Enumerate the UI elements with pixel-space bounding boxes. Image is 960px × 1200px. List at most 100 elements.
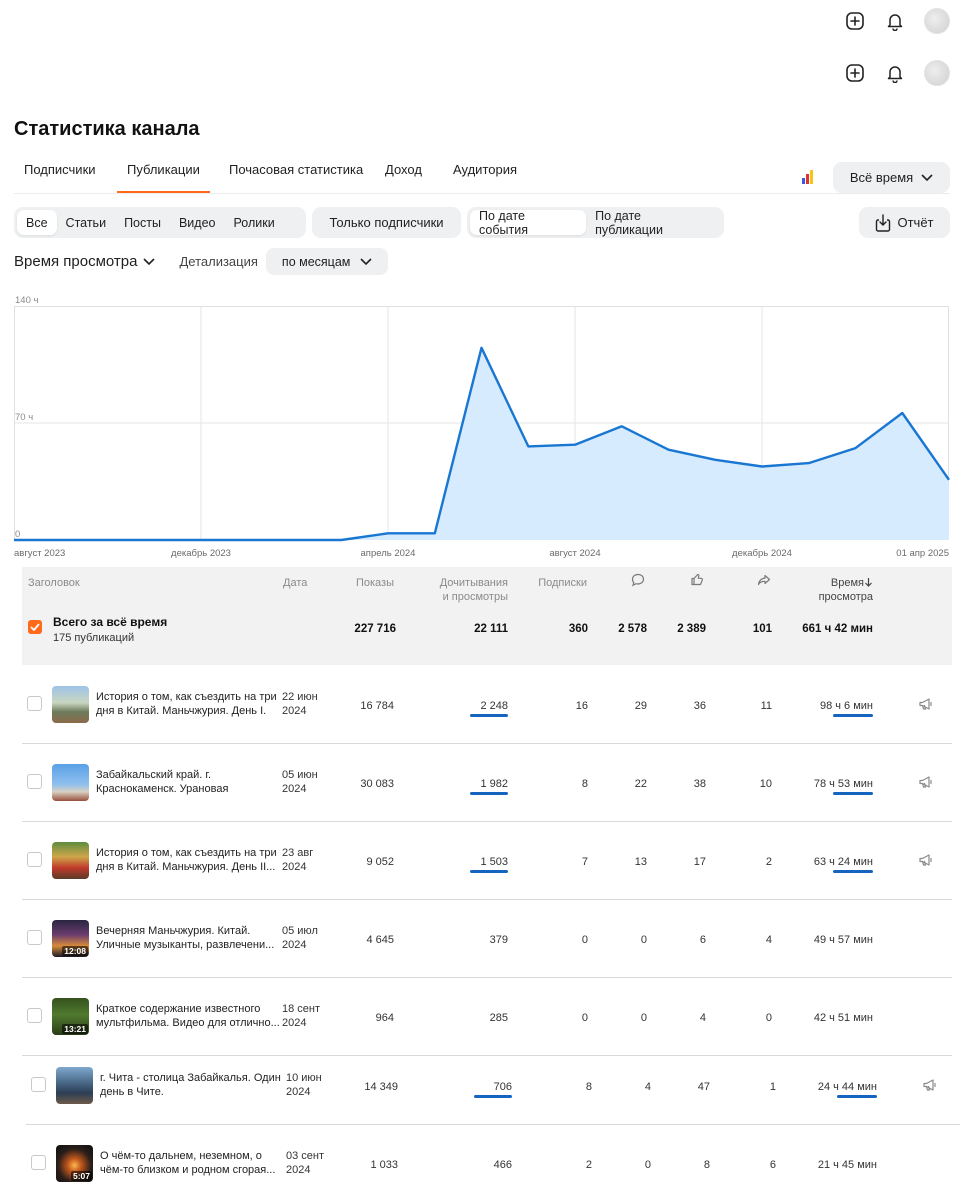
publication-thumbnail[interactable] bbox=[52, 764, 89, 801]
type-filter: Все Статьи Посты Видео Ролики bbox=[14, 207, 306, 238]
chevron-down-icon bbox=[360, 257, 372, 265]
share-icon[interactable] bbox=[757, 573, 771, 591]
row-checkbox[interactable] bbox=[27, 696, 42, 711]
add-publication-icon[interactable] bbox=[844, 10, 866, 32]
row-checkbox[interactable] bbox=[31, 1155, 46, 1170]
row-checkbox[interactable] bbox=[31, 1077, 46, 1092]
publication-title[interactable]: г. Чита - столица Забайкалья. Один день … bbox=[100, 1071, 284, 1099]
reads-bar bbox=[470, 714, 508, 717]
metric-dropdown[interactable]: Время просмотра bbox=[14, 253, 156, 270]
row-subs: 0 bbox=[581, 934, 588, 946]
publication-thumbnail[interactable] bbox=[52, 686, 89, 723]
date-mode-publication[interactable]: По дате публикации bbox=[586, 209, 721, 237]
table-row[interactable]: История о том, как съездить на три дня в… bbox=[22, 666, 952, 744]
promote-icon[interactable] bbox=[918, 774, 934, 790]
date-day: 05 июн bbox=[282, 769, 318, 781]
check-icon bbox=[30, 623, 40, 631]
total-likes: 2 389 bbox=[677, 623, 706, 635]
row-comments: 22 bbox=[634, 778, 647, 790]
page-title: Статистика канала bbox=[14, 118, 200, 140]
date-mode-event[interactable]: По дате события bbox=[470, 209, 587, 237]
select-all-checkbox[interactable] bbox=[28, 620, 42, 634]
y-tick-label: 70 ч bbox=[15, 412, 33, 423]
tab-income[interactable]: Доход bbox=[375, 162, 432, 193]
publication-title[interactable]: История о том, как съездить на три дня в… bbox=[96, 846, 280, 874]
col-title[interactable]: Заголовок bbox=[28, 576, 80, 590]
period-dropdown[interactable]: Всё время bbox=[833, 162, 950, 193]
tab-hourly[interactable]: Почасовая статистика bbox=[219, 162, 373, 193]
total-reads: 22 111 bbox=[474, 623, 508, 635]
row-watch-time: 78 ч 53 мин bbox=[813, 778, 873, 790]
row-reads: 285 bbox=[489, 1012, 508, 1024]
row-shares: 0 bbox=[765, 1012, 772, 1024]
detail-dropdown[interactable]: по месяцам bbox=[265, 248, 389, 275]
date-day: 22 июн bbox=[282, 691, 318, 703]
promote-icon[interactable] bbox=[918, 852, 934, 868]
row-checkbox[interactable] bbox=[27, 774, 42, 789]
publication-thumbnail[interactable]: 12:08 bbox=[52, 920, 89, 957]
publication-thumbnail[interactable] bbox=[52, 842, 89, 879]
avatar[interactable] bbox=[924, 8, 950, 34]
chart-colors-icon[interactable] bbox=[802, 168, 813, 184]
promote-icon[interactable] bbox=[918, 696, 934, 712]
chevron-down-icon bbox=[921, 173, 933, 181]
date-year: 2024 bbox=[282, 939, 307, 951]
row-reads: 706 bbox=[493, 1081, 512, 1093]
row-checkbox[interactable] bbox=[27, 1008, 42, 1023]
tab-audience[interactable]: Аудитория bbox=[443, 162, 527, 193]
publication-title[interactable]: Забайкальский край. г. Краснокаменск. Ур… bbox=[96, 768, 280, 796]
publication-title[interactable]: Краткое содержание известного мультфильм… bbox=[96, 1002, 280, 1030]
col-impressions[interactable]: Показы bbox=[356, 576, 394, 590]
like-icon[interactable] bbox=[690, 572, 704, 590]
row-watch-time: 63 ч 24 мин bbox=[813, 856, 873, 868]
avatar[interactable] bbox=[924, 60, 950, 86]
filter-posts[interactable]: Посты bbox=[115, 210, 170, 235]
table-row[interactable]: г. Чита - столица Забайкалья. Один день … bbox=[26, 1047, 960, 1125]
table-row[interactable]: История о том, как съездить на три дня в… bbox=[22, 822, 952, 900]
row-checkbox[interactable] bbox=[27, 852, 42, 867]
row-reads: 379 bbox=[489, 934, 508, 946]
publication-thumbnail[interactable] bbox=[56, 1067, 93, 1104]
filter-video[interactable]: Видео bbox=[170, 210, 225, 235]
row-impressions: 4 645 bbox=[366, 934, 394, 946]
publication-title[interactable]: История о том, как съездить на три дня в… bbox=[96, 690, 280, 718]
filter-all[interactable]: Все bbox=[17, 210, 57, 235]
table-row[interactable]: 13:21 Краткое содержание известного мульт… bbox=[22, 978, 952, 1056]
total-impressions: 227 716 bbox=[354, 623, 396, 635]
bell-icon[interactable] bbox=[884, 10, 906, 32]
report-button[interactable]: Отчёт bbox=[859, 207, 950, 238]
bell-icon[interactable] bbox=[884, 62, 906, 84]
publication-title[interactable]: Вечерняя Маньчжурия. Китай. Уличные музы… bbox=[96, 924, 280, 952]
subscribers-only-toggle[interactable]: Только подписчики bbox=[312, 207, 461, 238]
row-subs: 8 bbox=[581, 778, 588, 790]
reads-bar bbox=[470, 792, 508, 795]
arrow-down-icon bbox=[865, 578, 872, 587]
table-row[interactable]: 12:08 Вечерняя Маньчжурия. Китай. Уличные… bbox=[22, 900, 952, 978]
filter-shorts[interactable]: Ролики bbox=[225, 210, 284, 235]
video-duration: 12:08 bbox=[62, 946, 88, 956]
promote-icon[interactable] bbox=[922, 1077, 938, 1093]
table-row[interactable]: Забайкальский край. г. Краснокаменск. Ур… bbox=[22, 744, 952, 822]
publication-title[interactable]: О чём-то дальнем, неземном, о чём-то бли… bbox=[100, 1149, 284, 1177]
date-year: 2024 bbox=[282, 861, 307, 873]
row-checkbox[interactable] bbox=[27, 930, 42, 945]
tab-subscribers[interactable]: Подписчики bbox=[14, 162, 106, 193]
x-tick-label: август 2023 bbox=[14, 548, 65, 559]
col-subs[interactable]: Подписки bbox=[538, 576, 587, 590]
date-year: 2024 bbox=[286, 1164, 311, 1176]
table-header: Заголовок Дата Показы Дочитывания и прос… bbox=[22, 567, 952, 665]
area-fill bbox=[14, 347, 949, 540]
stats-tabs: Подписчики Публикации Почасовая статисти… bbox=[14, 150, 950, 194]
publication-thumbnail[interactable]: 13:21 bbox=[52, 998, 89, 1035]
add-publication-icon[interactable] bbox=[844, 62, 866, 84]
watch-time-chart: 140 ч 70 ч 0 август 2023 декабрь 2023 апрель … bbox=[14, 295, 950, 559]
col-reads[interactable]: Дочитывания и просмотры bbox=[440, 576, 508, 604]
comment-icon[interactable] bbox=[631, 573, 645, 591]
col-date[interactable]: Дата bbox=[283, 576, 307, 590]
publication-thumbnail[interactable]: 5:07 bbox=[56, 1145, 93, 1182]
watch-time-bar bbox=[837, 1095, 877, 1098]
table-row[interactable]: 5:07 О чём-то дальнем, неземном, о чём-то… bbox=[26, 1125, 960, 1200]
filter-articles[interactable]: Статьи bbox=[57, 210, 116, 235]
tab-publications[interactable]: Публикации bbox=[117, 162, 210, 193]
col-watch-time[interactable]: Время просмотра bbox=[819, 576, 873, 604]
